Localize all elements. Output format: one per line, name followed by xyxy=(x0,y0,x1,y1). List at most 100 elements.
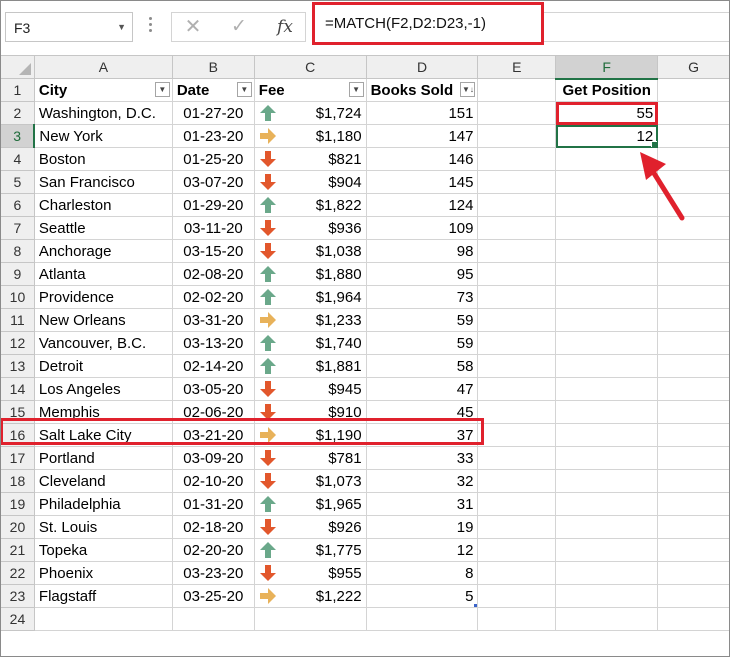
cell[interactable] xyxy=(657,423,730,447)
cell[interactable] xyxy=(657,331,730,355)
cell[interactable] xyxy=(477,515,557,539)
cell[interactable] xyxy=(657,400,730,424)
city-cell[interactable]: Anchorage xyxy=(33,239,173,263)
city-cell[interactable]: Portland xyxy=(33,446,173,470)
select-all-corner[interactable] xyxy=(0,55,35,79)
city-cell[interactable]: Cleveland xyxy=(33,469,173,493)
books-sold-cell[interactable]: 19 xyxy=(365,515,479,539)
fee-cell[interactable]: $1,740 xyxy=(253,331,367,355)
row-header[interactable]: 8 xyxy=(0,239,35,263)
date-cell[interactable]: 03-11-20 xyxy=(171,216,255,240)
table-resize-handle[interactable] xyxy=(474,604,477,607)
header-fee[interactable]: Fee ▼ xyxy=(253,78,367,102)
cell[interactable] xyxy=(477,446,557,470)
books-sold-cell[interactable]: 151 xyxy=(365,101,479,125)
city-cell[interactable]: Detroit xyxy=(33,354,173,378)
row-header[interactable]: 9 xyxy=(0,262,35,286)
date-cell[interactable]: 02-08-20 xyxy=(171,262,255,286)
books-sold-cell[interactable]: 33 xyxy=(365,446,479,470)
city-cell[interactable]: Boston xyxy=(33,147,173,171)
row-header[interactable]: 13 xyxy=(0,354,35,378)
cell[interactable] xyxy=(657,285,730,309)
cell[interactable] xyxy=(477,239,557,263)
city-cell[interactable]: Atlanta xyxy=(33,262,173,286)
row-header[interactable]: 20 xyxy=(0,515,35,539)
cell[interactable] xyxy=(657,377,730,401)
date-cell[interactable]: 03-23-20 xyxy=(171,561,255,585)
date-cell[interactable]: 02-02-20 xyxy=(171,285,255,309)
cell[interactable] xyxy=(657,446,730,470)
insert-function-icon[interactable]: fx xyxy=(270,16,300,38)
date-cell[interactable]: 03-31-20 xyxy=(171,308,255,332)
fee-cell[interactable]: $821 xyxy=(253,147,367,171)
header-books-sold[interactable]: Books Sold ▼↓ xyxy=(365,78,479,102)
date-cell[interactable]: 03-07-20 xyxy=(171,170,255,194)
fee-cell[interactable]: $1,724 xyxy=(253,101,367,125)
cell[interactable] xyxy=(477,400,557,424)
books-sold-cell[interactable]: 147 xyxy=(365,124,479,148)
date-cell[interactable]: 03-09-20 xyxy=(171,446,255,470)
cell[interactable] xyxy=(555,239,659,263)
cell[interactable] xyxy=(657,239,730,263)
row-header[interactable]: 21 xyxy=(0,538,35,562)
cell[interactable] xyxy=(657,78,730,102)
row-header[interactable]: 3 xyxy=(0,124,36,148)
city-cell[interactable]: Memphis xyxy=(33,400,173,424)
column-header-a[interactable]: A xyxy=(33,55,173,79)
date-cell[interactable]: 01-25-20 xyxy=(171,147,255,171)
fee-cell[interactable]: $910 xyxy=(253,400,367,424)
get-position-header[interactable]: Get Position xyxy=(555,78,659,102)
books-sold-cell[interactable]: 32 xyxy=(365,469,479,493)
row-header[interactable]: 22 xyxy=(0,561,35,585)
cell[interactable] xyxy=(477,262,557,286)
row-header[interactable]: 23 xyxy=(0,584,35,608)
cell[interactable] xyxy=(555,446,659,470)
fee-cell[interactable]: $936 xyxy=(253,216,367,240)
fee-cell[interactable]: $1,964 xyxy=(253,285,367,309)
fee-cell[interactable]: $1,965 xyxy=(253,492,367,516)
cell[interactable] xyxy=(555,469,659,493)
cell[interactable] xyxy=(477,124,557,148)
date-cell[interactable]: 02-14-20 xyxy=(171,354,255,378)
cell[interactable] xyxy=(477,193,557,217)
city-cell[interactable]: Phoenix xyxy=(33,561,173,585)
fee-cell[interactable]: $955 xyxy=(253,561,367,585)
row-header[interactable]: 6 xyxy=(0,193,35,217)
cell[interactable] xyxy=(555,515,659,539)
cell[interactable] xyxy=(657,262,730,286)
cell[interactable] xyxy=(555,607,659,631)
cell[interactable] xyxy=(555,492,659,516)
cell[interactable] xyxy=(555,584,659,608)
city-cell[interactable]: Topeka xyxy=(33,538,173,562)
date-cell[interactable]: 01-27-20 xyxy=(171,101,255,125)
row-header[interactable]: 5 xyxy=(0,170,35,194)
fee-cell[interactable]: $1,881 xyxy=(253,354,367,378)
column-header-e[interactable]: E xyxy=(477,55,557,79)
fee-cell[interactable]: $1,822 xyxy=(253,193,367,217)
cell[interactable] xyxy=(555,538,659,562)
books-sold-cell[interactable]: 59 xyxy=(365,331,479,355)
date-cell[interactable]: 03-05-20 xyxy=(171,377,255,401)
cell[interactable] xyxy=(477,492,557,516)
cell[interactable] xyxy=(477,170,557,194)
filter-dropdown-icon[interactable]: ▼ xyxy=(236,82,252,97)
date-cell[interactable]: 02-06-20 xyxy=(171,400,255,424)
cell[interactable] xyxy=(657,354,730,378)
row-header[interactable]: 16 xyxy=(0,423,35,447)
header-city[interactable]: City ▼ xyxy=(33,78,173,102)
cell[interactable] xyxy=(555,377,659,401)
chevron-down-icon[interactable]: ▼ xyxy=(117,22,126,32)
cell[interactable] xyxy=(477,331,557,355)
column-header-c[interactable]: C xyxy=(253,55,367,79)
fee-cell[interactable]: $1,233 xyxy=(253,308,367,332)
books-sold-cell[interactable]: 12 xyxy=(365,538,479,562)
fee-cell[interactable]: $945 xyxy=(253,377,367,401)
books-sold-cell[interactable]: 98 xyxy=(365,239,479,263)
name-box[interactable]: F3 ▼ xyxy=(5,12,133,42)
sort-descending-filter-icon[interactable]: ▼↓ xyxy=(460,82,476,97)
row-header[interactable]: 15 xyxy=(0,400,35,424)
fee-cell[interactable]: $904 xyxy=(253,170,367,194)
fee-cell[interactable]: $1,180 xyxy=(253,124,367,148)
cell[interactable] xyxy=(477,101,557,125)
city-cell[interactable]: Charleston xyxy=(33,193,173,217)
